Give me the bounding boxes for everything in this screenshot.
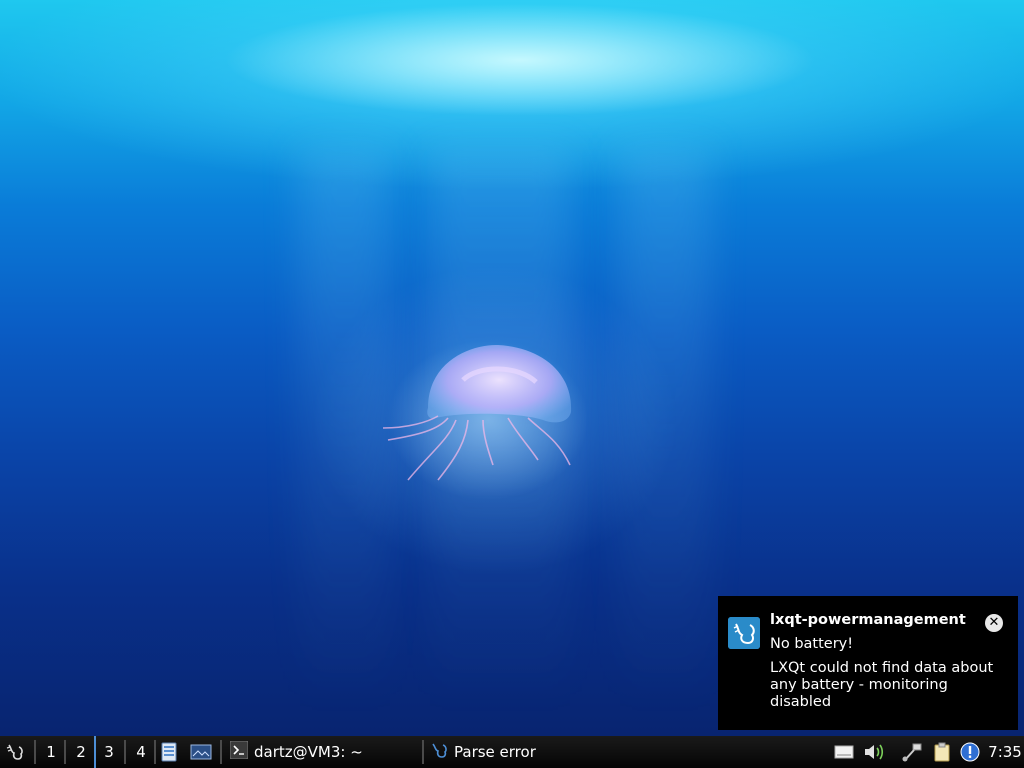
light-ray xyxy=(620,150,710,710)
network-icon[interactable] xyxy=(900,736,924,768)
info-icon[interactable] xyxy=(958,736,982,768)
separator xyxy=(220,740,222,764)
light-ray xyxy=(300,150,390,710)
task-button-parse-error[interactable]: Parse error xyxy=(424,736,624,768)
terminal-icon xyxy=(229,740,249,763)
removable-drive-icon[interactable] xyxy=(832,736,856,768)
lxqt-logo-icon xyxy=(728,617,760,649)
notification-summary: No battery! xyxy=(770,636,854,652)
task-button-terminal[interactable]: dartz@VM3: ~ xyxy=(224,736,420,768)
task-label: Parse error xyxy=(454,743,536,761)
separator xyxy=(34,740,36,764)
desktop-label: 2 xyxy=(76,743,86,761)
lxqt-icon xyxy=(430,741,448,763)
clock[interactable]: 7:35 xyxy=(986,736,1024,768)
desktop-label: 1 xyxy=(46,743,56,761)
clipboard-icon[interactable] xyxy=(930,736,954,768)
show-desktop-icon[interactable] xyxy=(188,736,214,768)
volume-icon[interactable] xyxy=(862,736,886,768)
lxqt-menu-icon[interactable] xyxy=(2,736,28,768)
notification-body: LXQt could not find data about any batte… xyxy=(770,660,994,710)
separator xyxy=(124,740,126,764)
desktop-label: 4 xyxy=(136,743,146,761)
desktop-button-2[interactable]: 2 xyxy=(68,736,94,768)
taskbar: 1 2 3 4 dartz@VM3: ~ Parse error 7:35 xyxy=(0,736,1024,768)
desktop-button-3[interactable]: 3 xyxy=(94,736,122,768)
task-label: dartz@VM3: ~ xyxy=(254,743,363,761)
desktop-label: 3 xyxy=(104,743,114,761)
desktop-button-4[interactable]: 4 xyxy=(128,736,154,768)
file-manager-icon[interactable] xyxy=(156,736,182,768)
notification-title: lxqt-powermanagement xyxy=(770,612,966,628)
desktop-button-1[interactable]: 1 xyxy=(38,736,64,768)
close-icon[interactable]: ✕ xyxy=(985,614,1003,632)
separator xyxy=(64,740,66,764)
notification-popup[interactable]: lxqt-powermanagement ✕ No battery! LXQt … xyxy=(718,596,1018,730)
jellyfish-image xyxy=(382,340,588,500)
